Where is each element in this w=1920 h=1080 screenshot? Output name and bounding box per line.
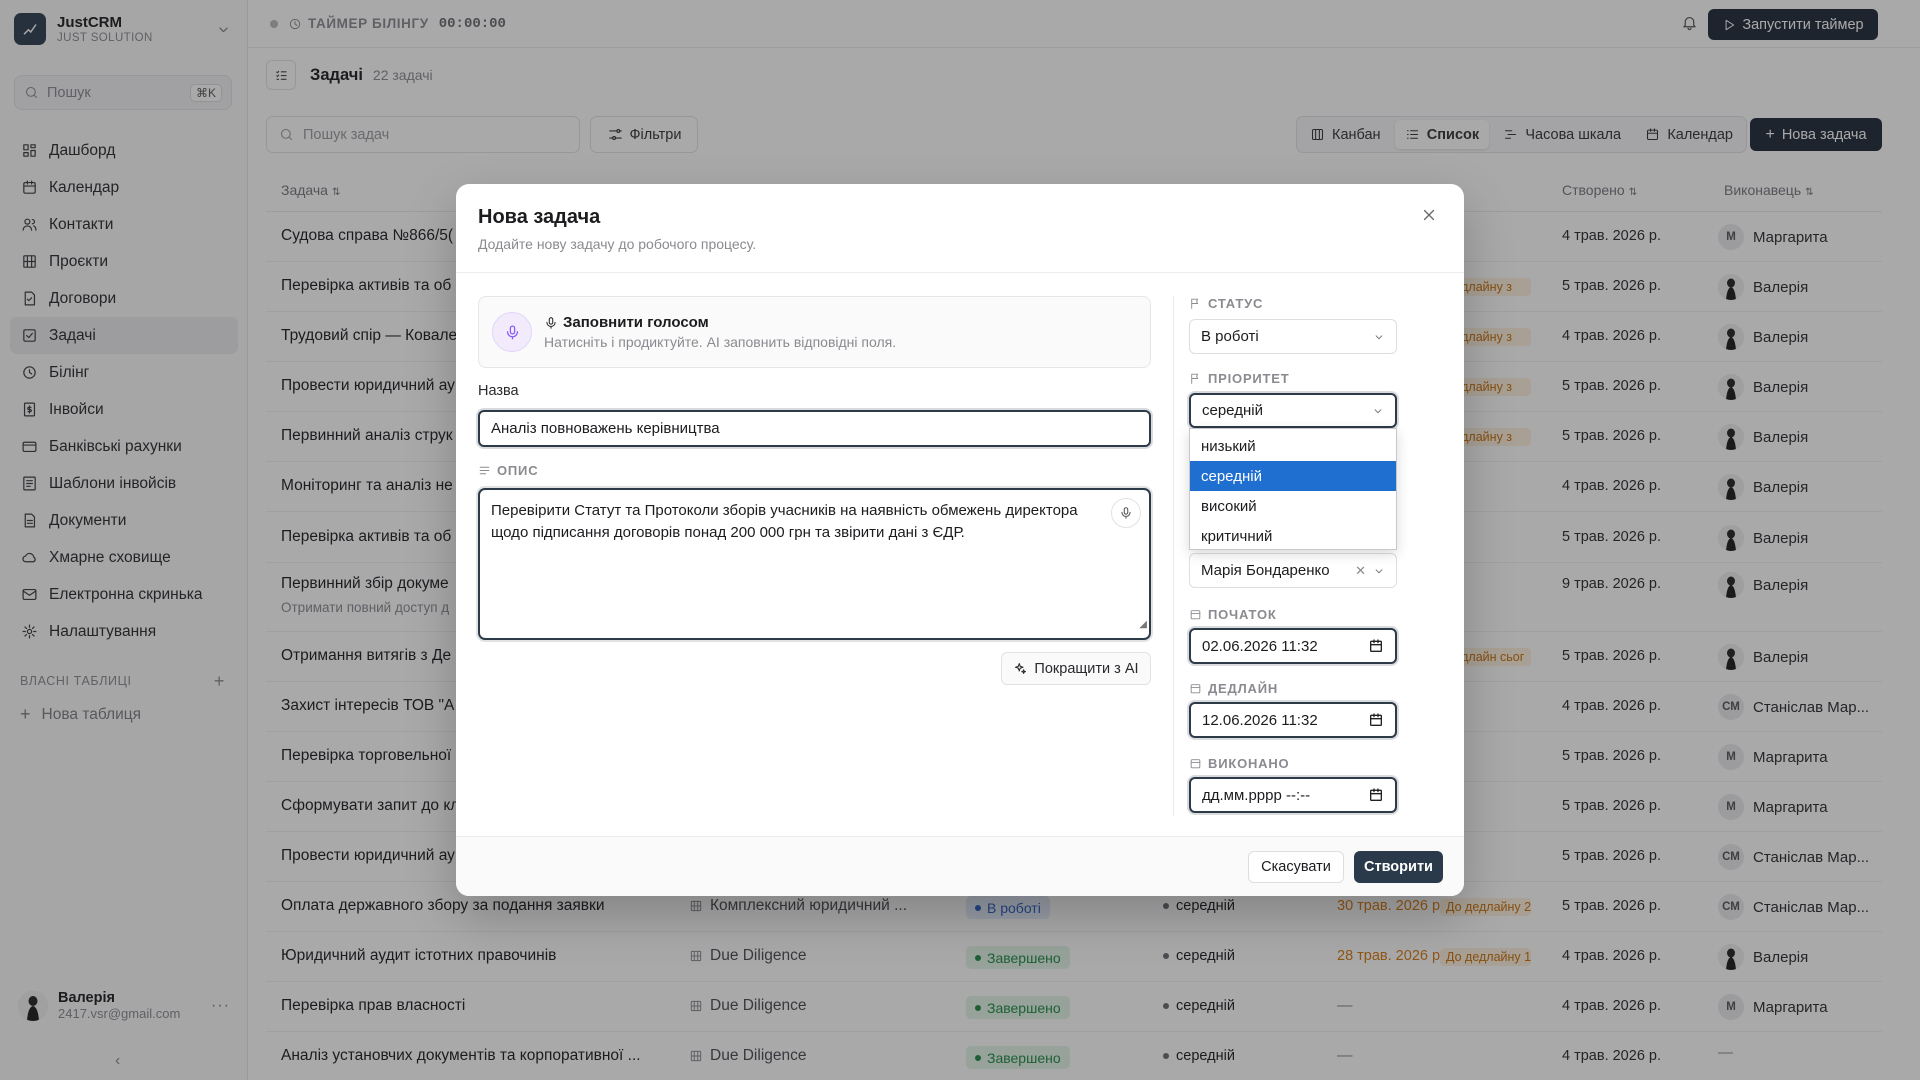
deadline-label-text: ДЕДЛАЙН <box>1208 681 1279 696</box>
calendar-picker-icon[interactable] <box>1368 638 1384 654</box>
new-task-dialog: Нова задача Додайте нову задачу до робоч… <box>456 184 1464 896</box>
priority-option-critical[interactable]: критичний <box>1190 521 1396 551</box>
start-label-text: ПОЧАТОК <box>1208 607 1277 622</box>
sparkles-icon <box>1013 661 1028 676</box>
assignee-select[interactable]: Марія Бондаренко ✕ <box>1189 553 1397 588</box>
dialog-title: Нова задача <box>478 206 601 228</box>
priority-option-low[interactable]: низький <box>1190 431 1396 461</box>
start-label: ПОЧАТОК <box>1189 607 1277 622</box>
voice-fill-button[interactable]: Заповнити голосом Натисніть і продиктуйт… <box>478 296 1151 368</box>
calendar-icon <box>1189 608 1202 621</box>
done-date-placeholder: дд.мм.рррр --:-- <box>1202 786 1311 804</box>
status-label: СТАТУС <box>1189 296 1263 311</box>
start-date-input[interactable]: 02.06.2026 11:32 <box>1189 628 1397 664</box>
improve-with-ai-label: Покращити з AI <box>1034 660 1139 677</box>
voice-title: Заповнити голосом <box>563 314 709 331</box>
priority-select[interactable]: середній <box>1189 393 1397 428</box>
chevron-down-icon <box>1372 564 1386 578</box>
status-label-text: СТАТУС <box>1208 296 1264 311</box>
resize-handle-icon[interactable]: ◢ <box>1139 614 1147 636</box>
calendar-picker-icon[interactable] <box>1368 712 1384 728</box>
description-value: Перевірити Статут та Протоколи зборів уч… <box>491 502 1078 541</box>
cancel-button[interactable]: Скасувати <box>1248 851 1344 883</box>
chevron-down-icon <box>1371 404 1385 418</box>
divider <box>456 272 1464 273</box>
done-label-text: ВИКОНАНО <box>1208 756 1290 771</box>
start-date-value: 02.06.2026 11:32 <box>1202 637 1318 655</box>
task-name-input[interactable]: Аналіз повноважень керівництва <box>478 410 1151 447</box>
done-date-input[interactable]: дд.мм.рррр --:-- <box>1189 777 1397 813</box>
close-icon[interactable] <box>1420 206 1438 224</box>
deadline-date-value: 12.06.2026 11:32 <box>1202 711 1318 729</box>
status-value: В роботі <box>1201 328 1259 345</box>
clear-icon[interactable]: ✕ <box>1355 563 1366 579</box>
flag-icon <box>1189 297 1202 310</box>
priority-dropdown: низький середній високий критичний <box>1189 428 1397 550</box>
dialog-description: Додайте нову задачу до робочого процесу. <box>478 236 757 252</box>
create-button[interactable]: Створити <box>1354 851 1443 883</box>
chevron-down-icon <box>1372 330 1386 344</box>
assignee-value: Марія Бондаренко <box>1201 562 1330 579</box>
description-label-text: ОПИС <box>497 463 539 478</box>
voice-hint: Натисніть і продиктуйте. AI заповнить ві… <box>544 334 897 350</box>
priority-option-medium[interactable]: середній <box>1190 461 1396 491</box>
name-label: Назва <box>478 383 519 399</box>
column-divider <box>1173 296 1174 816</box>
priority-option-high[interactable]: високий <box>1190 491 1396 521</box>
microphone-icon <box>492 312 532 352</box>
calendar-icon <box>1189 757 1202 770</box>
status-select[interactable]: В роботі <box>1189 319 1397 354</box>
deadline-date-input[interactable]: 12.06.2026 11:32 <box>1189 702 1397 738</box>
deadline-label: ДЕДЛАЙН <box>1189 681 1278 696</box>
done-label: ВИКОНАНО <box>1189 756 1289 771</box>
priority-label-text: ПРІОРИТЕТ <box>1208 371 1290 386</box>
flag-icon <box>1189 372 1202 385</box>
priority-value: середній <box>1202 402 1263 419</box>
dictate-microphone-icon[interactable] <box>1111 498 1141 528</box>
priority-label: ПРІОРИТЕТ <box>1189 371 1290 386</box>
improve-with-ai-button[interactable]: Покращити з AI <box>1001 652 1151 685</box>
task-name-value: Аналіз повноважень керівництва <box>491 420 720 437</box>
description-label: ОПИС <box>478 463 538 478</box>
calendar-picker-icon[interactable] <box>1368 787 1384 803</box>
text-icon <box>478 464 491 477</box>
calendar-icon <box>1189 682 1202 695</box>
description-textarea[interactable]: Перевірити Статут та Протоколи зборів уч… <box>478 488 1151 640</box>
microphone-icon <box>544 316 563 330</box>
